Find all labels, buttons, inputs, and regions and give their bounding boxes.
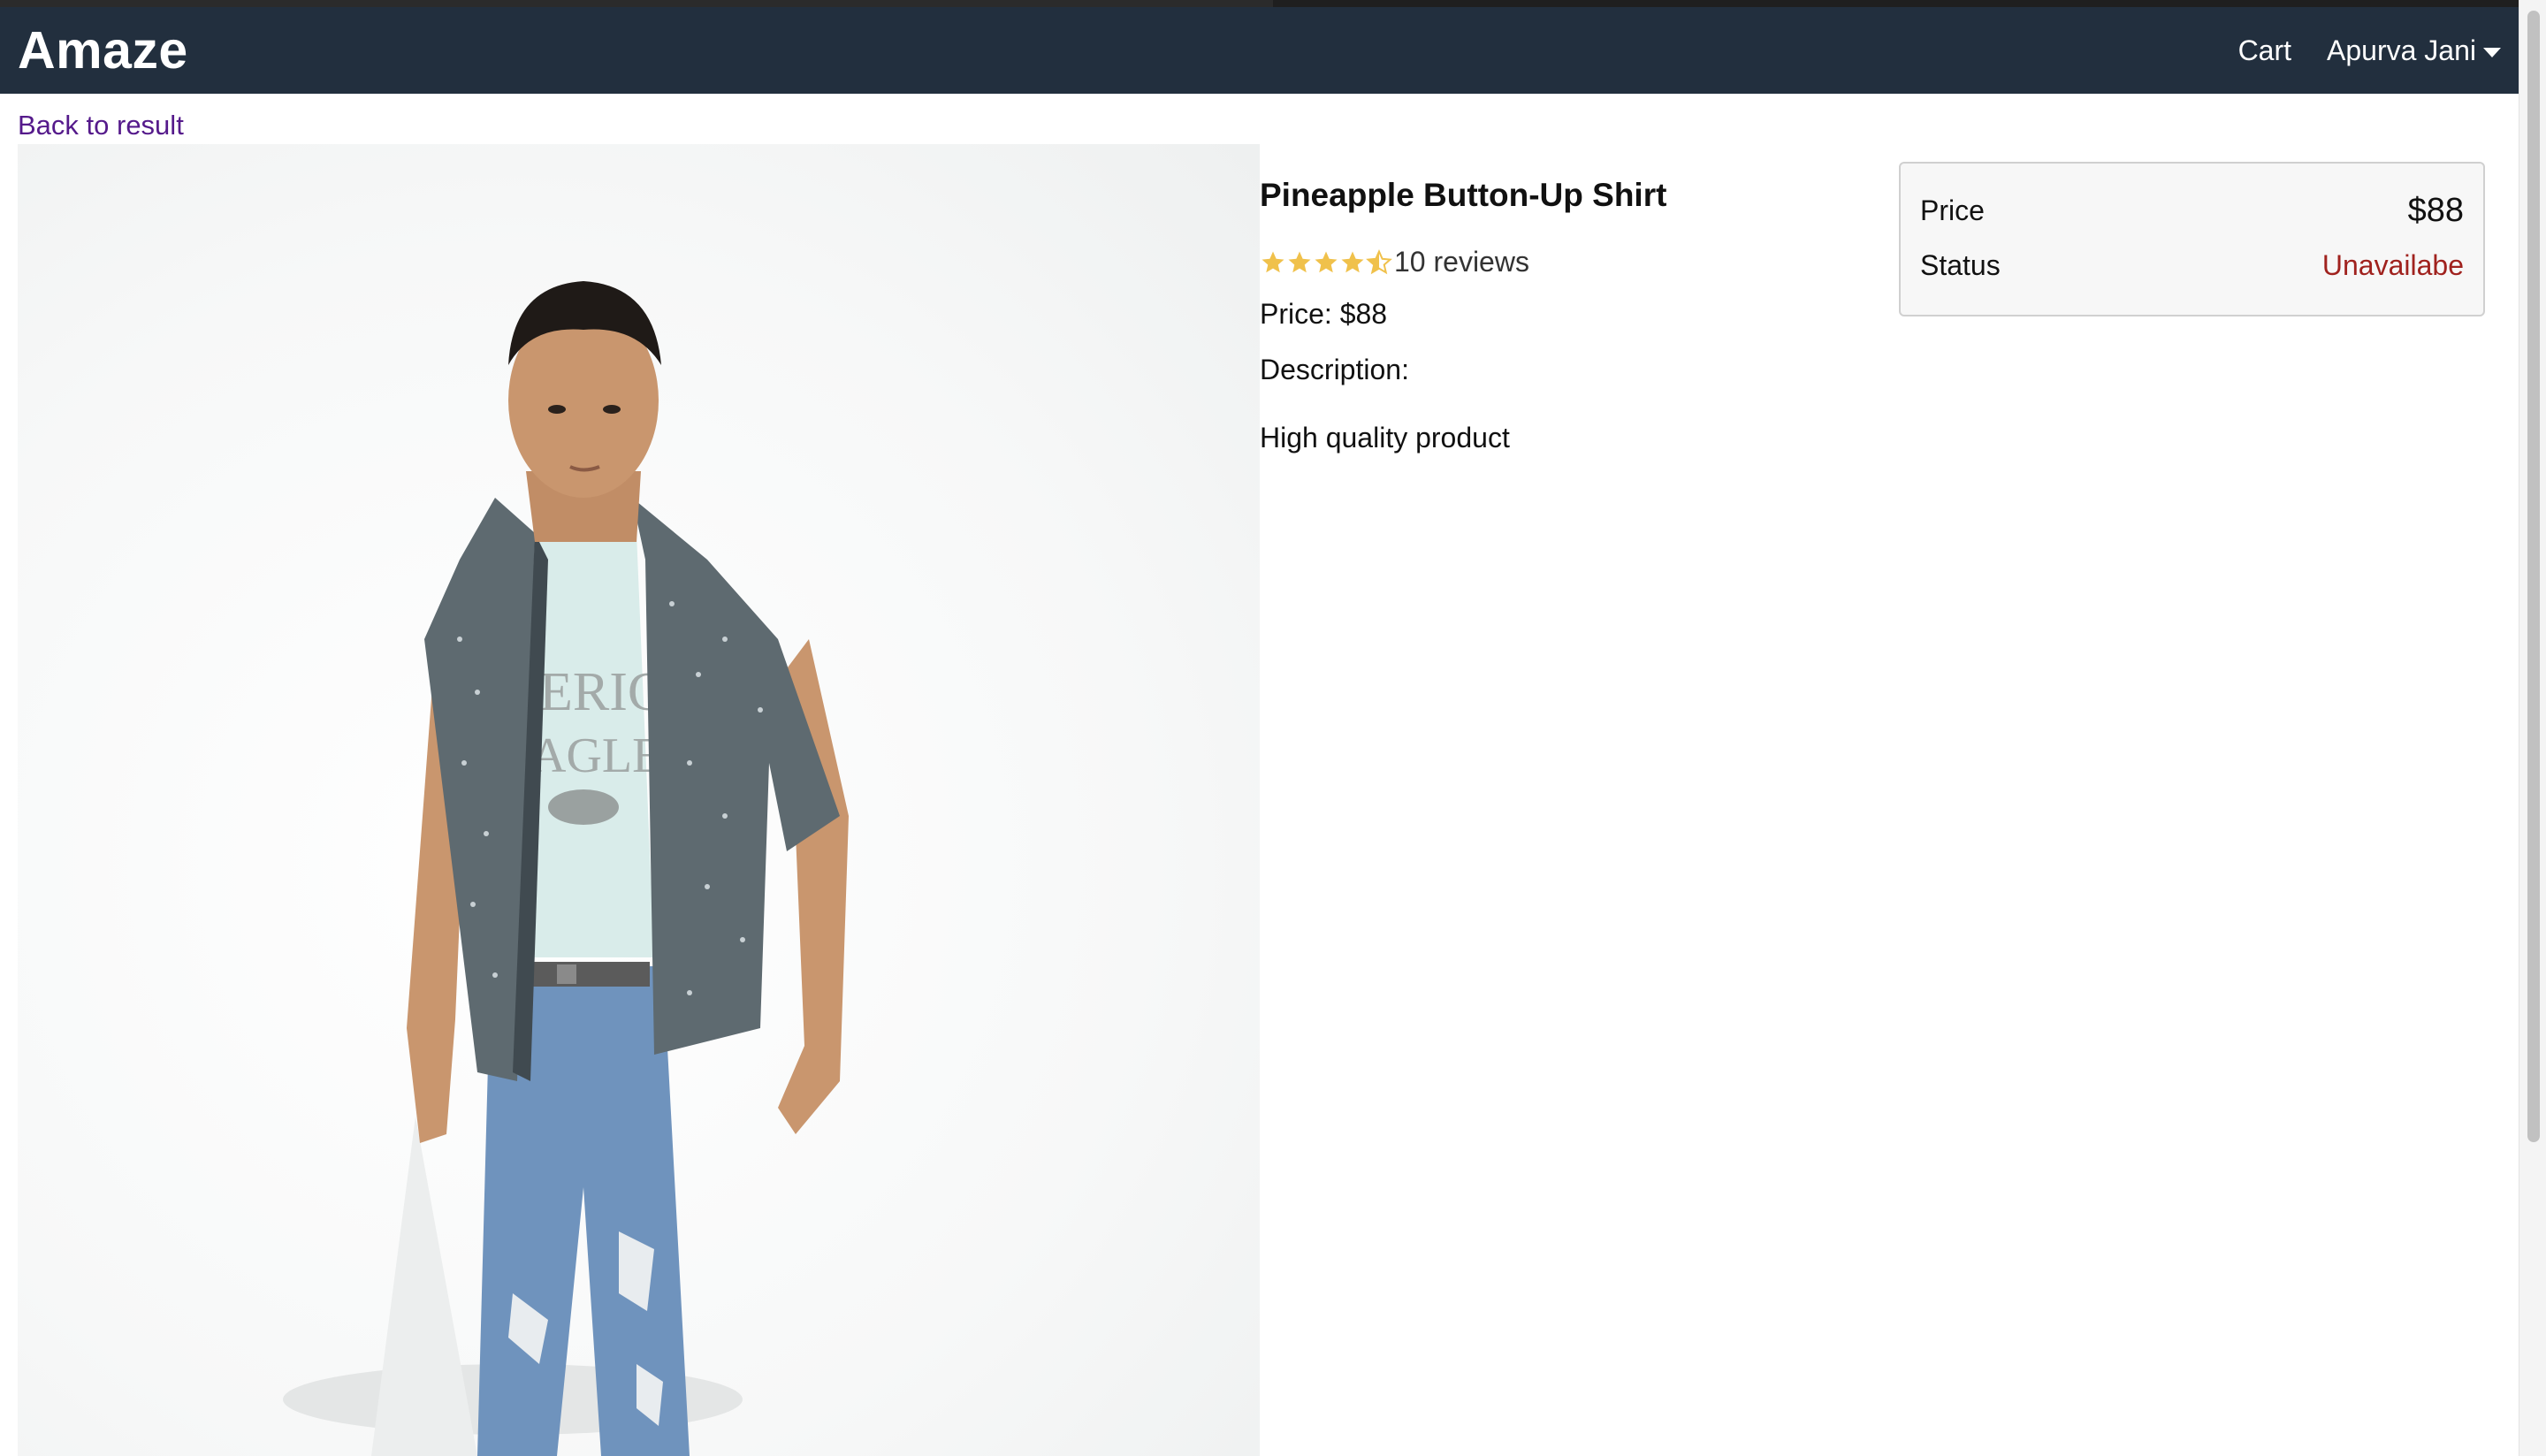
browser-tab — [0, 0, 1273, 7]
caret-down-icon — [2483, 47, 2501, 57]
navbar-right: Cart Apurva Jani — [2238, 34, 2501, 67]
browser-top-strip — [0, 0, 2546, 7]
product-details: Pineapple Button-Up Shirt 10 reviews Pri… — [1260, 177, 1879, 454]
star-full-icon — [1315, 251, 1338, 272]
star-half-icon — [1366, 248, 1392, 274]
reviews-count: 10 reviews — [1394, 246, 1529, 278]
price-label: Price — [1920, 194, 1985, 226]
star-full-icon — [1262, 251, 1284, 272]
cart-link[interactable]: Cart — [2238, 34, 2291, 67]
price-row: Price $88 — [1920, 183, 2464, 238]
product-price: Price: $88 — [1260, 298, 1388, 330]
user-name: Apurva Jani — [2327, 34, 2476, 66]
status-value: Unavailabe — [2321, 248, 2464, 281]
product-description: High quality product — [1260, 422, 1510, 454]
shirt-model-photo-icon: ERIC AGLE 19 — [283, 281, 849, 1456]
product-rating: 10 reviews — [1260, 246, 1879, 278]
price-value: $88 — [2407, 191, 2464, 229]
scrollbar-thumb[interactable] — [2527, 11, 2540, 1142]
star-full-icon — [1341, 251, 1364, 272]
user-menu-dropdown[interactable]: Apurva Jani — [2327, 34, 2501, 67]
product-title: Pineapple Button-Up Shirt — [1260, 177, 1667, 213]
page-scrollbar[interactable] — [2519, 0, 2546, 1456]
brand-logo[interactable]: Amaze — [18, 20, 188, 80]
back-to-result-link[interactable]: Back to result — [18, 110, 184, 141]
star-full-icon — [1288, 251, 1311, 272]
description-label: Description: — [1260, 354, 1409, 385]
svg-text:ERIC: ERIC — [539, 662, 664, 722]
purchase-card: Price $88 Status Unavailabe — [1899, 162, 2485, 316]
status-label: Status — [1920, 248, 2001, 281]
product-image: ERIC AGLE 19 — [18, 144, 1260, 1456]
status-row: Status Unavailabe — [1920, 238, 2464, 293]
rating-stars — [1260, 248, 1392, 276]
navbar: Amaze Cart Apurva Jani — [0, 7, 2519, 94]
